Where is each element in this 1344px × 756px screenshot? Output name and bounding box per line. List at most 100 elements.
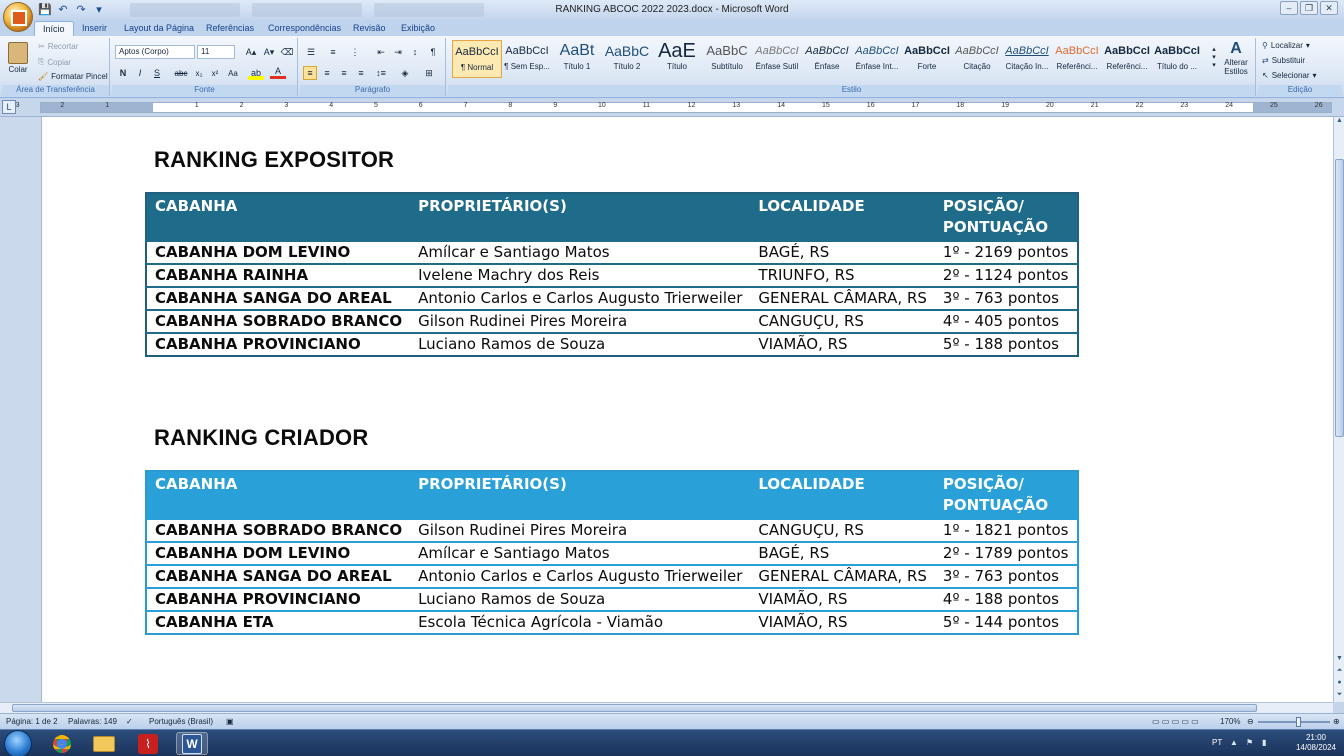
scroll-down-icon[interactable]: ▼ [1334,655,1344,666]
sort-icon[interactable]: ↕ [408,45,422,59]
zoom-slider[interactable] [1258,717,1330,727]
view-mode-icons[interactable]: ▭ ▭ ▭ ▭ ▭ [1152,717,1199,726]
tab-layout[interactable]: Layout da Página [116,21,202,36]
select-button[interactable]: ↖ Selecionar ▾ [1262,71,1317,80]
previous-page-icon[interactable]: ⏶ [1334,667,1344,678]
shading-icon[interactable]: ◈ [396,66,414,80]
word-count[interactable]: Palavras: 149 [68,717,117,726]
ruler-band[interactable]: 3 2 1 1 2 3 4 5 6 7 8 9 10 11 12 13 14 15 16 17 18 19 20 21 22 23… [16,102,1332,113]
line-spacing-icon[interactable]: ↕≡ [372,66,390,80]
italic-button[interactable]: I [133,66,147,80]
tab-revisao[interactable]: Revisão [345,21,394,36]
style-referencia-sutil[interactable]: AaBbCcI Referênci... [1052,40,1102,78]
change-case-button[interactable]: Aa [224,66,242,80]
tab-referencias[interactable]: Referências [198,21,262,36]
copy-button[interactable]: ⎘ Copiar [38,57,71,67]
macro-record-icon[interactable]: ▣ [226,717,234,726]
clear-formatting-icon[interactable]: ⌫ [280,45,294,59]
shrink-font-icon[interactable]: A▾ [262,45,276,59]
paste-button[interactable]: Colar [8,42,28,74]
align-center-icon[interactable]: ≡ [320,66,334,80]
font-size-combo[interactable]: 11 [197,45,235,59]
style-citacao-intensa[interactable]: AaBbCcI Citação In... [1002,40,1052,78]
grow-font-icon[interactable]: A▴ [244,45,258,59]
zoom-out-icon[interactable]: ⊖ [1247,717,1254,726]
language-tray[interactable]: PT [1212,738,1222,747]
style-forte[interactable]: AaBbCcI Forte [902,40,952,78]
superscript-button[interactable]: x² [208,66,222,80]
align-right-icon[interactable]: ≡ [337,66,351,80]
document-area[interactable]: RANKING EXPOSITOR CABANHA PROPRIETÁRIO(S… [0,117,1333,702]
explorer-taskbar-button[interactable] [88,732,120,755]
align-left-icon[interactable]: ≡ [303,66,317,80]
style-citacao[interactable]: AaBbCcI Citação [952,40,1002,78]
tab-inicio[interactable]: Início [34,21,74,36]
tab-selector-icon[interactable]: L [2,100,16,114]
tab-inserir[interactable]: Inserir [74,21,115,36]
style-referencia-intensa[interactable]: AaBbCcI Referênci... [1102,40,1152,78]
horizontal-scrollbar[interactable] [0,702,1333,713]
page-count[interactable]: Página: 1 de 2 [6,717,58,726]
gallery-scroll-icon[interactable]: ▴ ▾ ▾ [1209,42,1219,72]
bold-button[interactable]: N [116,66,130,80]
font-color-icon[interactable]: A [270,66,286,79]
increase-indent-icon[interactable]: ⇥ [391,45,405,59]
action-center-icon[interactable]: ⚑ [1246,738,1253,747]
replace-button[interactable]: ⇄ Substituir [1262,56,1305,65]
strikethrough-button[interactable]: abc [172,66,190,80]
borders-icon[interactable]: ⊞ [420,66,438,80]
style-normal[interactable]: AaBbCcI ¶ Normal [452,40,502,78]
start-button[interactable] [4,730,32,756]
next-page-icon[interactable]: ⏷ [1334,691,1344,702]
network-icon[interactable]: ▮ [1262,738,1266,747]
office-button[interactable] [3,2,33,32]
acrobat-taskbar-button[interactable]: ⌇ [132,732,164,755]
underline-button[interactable]: S [150,66,164,80]
ruler-number: 10 [598,102,606,109]
clock[interactable]: 21:00 14/08/2024 [1296,733,1336,753]
style-enfase[interactable]: AaBbCcI Ênfase [802,40,852,78]
show-hidden-icons-icon[interactable]: ▲ [1230,738,1238,747]
style-titulo-do-livro[interactable]: AaBbCcI Título do ... [1152,40,1202,78]
style-subtitulo[interactable]: AaBbC Subtítulo [702,40,752,78]
close-button[interactable]: ✕ [1320,1,1338,15]
style-titulo-1[interactable]: AaBt Título 1 [552,40,602,78]
find-button[interactable]: ⚲ Localizar ▾ [1262,41,1310,50]
restore-button[interactable]: ❐ [1300,1,1318,15]
justify-icon[interactable]: ≡ [354,66,368,80]
browse-object-icon[interactable]: ● [1334,679,1344,690]
show-formatting-icon[interactable]: ¶ [426,45,440,59]
tab-exibicao[interactable]: Exibição [393,21,443,36]
minimize-button[interactable]: – [1280,1,1298,15]
language-indicator[interactable]: Português (Brasil) [149,717,213,726]
numbering-icon[interactable]: ≡ [325,45,341,59]
chrome-taskbar-button[interactable] [46,732,78,755]
zoom-level[interactable]: 170% [1220,717,1240,726]
vertical-scroll-thumb[interactable] [1335,159,1344,437]
bullets-icon[interactable]: ☰ [303,45,319,59]
horizontal-ruler[interactable]: L 3 2 1 1 2 3 4 5 6 7 8 9 10 11 12 13 14 15 16 17 18 19 20 21 22… [0,99,1344,117]
clipboard-group: Colar ✂ Recortar ⎘ Copiar 🖌 Formatar Pincel… [2,38,110,96]
word-taskbar-button[interactable]: W [176,732,208,755]
zoom-slider-knob[interactable] [1296,717,1301,727]
scroll-up-icon[interactable]: ▲ [1334,117,1344,128]
style-titulo[interactable]: AaE Título [652,40,702,78]
vertical-scrollbar[interactable]: ▲ ▼ ⏶ ● ⏷ [1333,117,1344,702]
zoom-in-icon[interactable]: ⊕ [1333,717,1340,726]
decrease-indent-icon[interactable]: ⇤ [374,45,388,59]
change-styles-button[interactable]: A Alterar Estilos [1220,40,1252,76]
style-titulo-2[interactable]: AaBbC Título 2 [602,40,652,78]
tab-correspondencias[interactable]: Correspondências [260,21,349,36]
multilevel-list-icon[interactable]: ⋮ [347,45,363,59]
horizontal-scroll-thumb[interactable] [12,704,1257,712]
style-enfase-sutil[interactable]: AaBbCcI Ênfase Sutil [752,40,802,78]
cut-button[interactable]: ✂ Recortar [38,42,78,51]
style-sem-espacamento[interactable]: AaBbCcI ¶ Sem Esp... [502,40,552,78]
subscript-button[interactable]: x₂ [192,66,206,80]
style-enfase-intensa[interactable]: AaBbCcI Ênfase Int... [852,40,902,78]
document-page[interactable]: RANKING EXPOSITOR CABANHA PROPRIETÁRIO(S… [41,117,1333,702]
proofing-icon[interactable]: ✓ [126,717,133,726]
format-painter-button[interactable]: 🖌 Formatar Pincel [38,72,108,81]
font-name-combo[interactable]: Aptos (Corpo) [115,45,195,59]
highlight-icon[interactable]: ab [248,66,264,80]
